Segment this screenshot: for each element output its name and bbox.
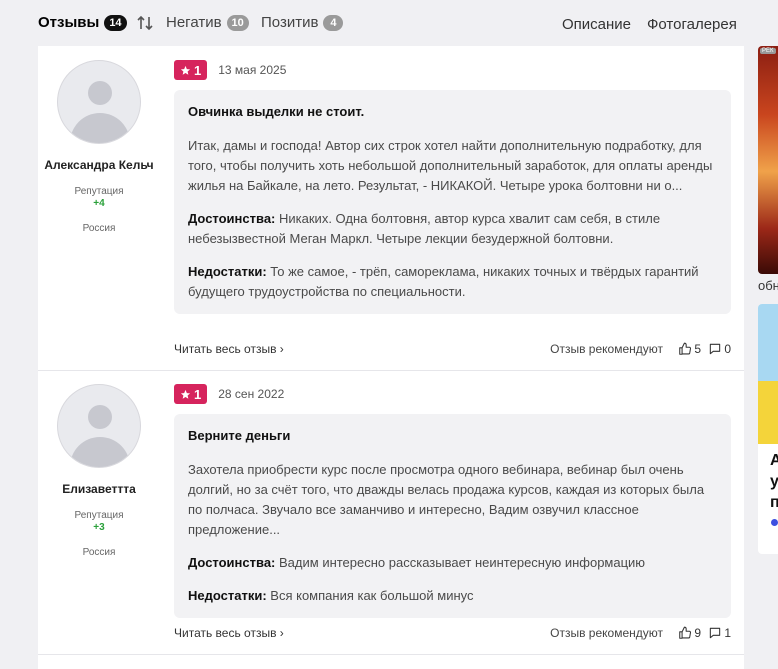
gallery-link[interactable]: Фотогалерея — [647, 16, 737, 33]
tab-negative[interactable]: Негатив 10 — [166, 14, 249, 31]
likes-count: 9 — [694, 626, 701, 640]
comments-count: 1 — [724, 626, 731, 640]
author-country: Россия — [82, 547, 116, 558]
tab-positive-count: 4 — [323, 14, 344, 31]
rating-badge: 1 — [174, 60, 208, 80]
review-cons: Недостатки: То же самое, - трёп, саморек… — [188, 262, 717, 302]
recommends-label: Отзыв рекомендуют — [550, 626, 663, 640]
tab-negative-label: Негатив — [166, 14, 222, 31]
cons-label: Недостатки: — [188, 264, 267, 279]
thumbs-up-icon — [679, 626, 692, 639]
reputation-value: +4 — [93, 198, 105, 209]
recommends-label: Отзыв рекомендуют — [550, 342, 663, 356]
reputation-value: +3 — [93, 522, 105, 533]
tab-reviews-count: 14 — [104, 14, 127, 31]
reputation-label: Репутация — [74, 510, 124, 521]
ad-banner-text[interactable]: обн — [758, 278, 778, 293]
ad-banner-image[interactable]: РЕК — [758, 46, 778, 274]
review-pros: Достоинства: Никаких. Одна болтовня, авт… — [188, 209, 717, 249]
reviews-tabs-bar: Отзывы 14 Негатив 10 Позитив 4 Описание … — [0, 0, 778, 46]
rating-value: 1 — [194, 62, 202, 78]
review-date: 28 сен 2022 — [218, 387, 285, 401]
review-meta: 1 13 мая 2025 — [174, 60, 286, 80]
pros-text: Вадим интересно рассказывает неинтересну… — [279, 555, 646, 570]
review-divider — [38, 370, 744, 371]
review-card[interactable]: Верните деньги Захотела приобрести курс … — [174, 414, 731, 618]
ad-card-title-line: п — [770, 494, 778, 511]
tab-positive-label: Позитив — [261, 14, 319, 31]
description-link[interactable]: Описание — [562, 16, 631, 33]
review-card[interactable]: Овчинка выделки не стоит. Итак, дамы и г… — [174, 90, 731, 314]
comments-button[interactable]: 0 — [708, 342, 731, 356]
tab-reviews[interactable]: Отзывы 14 — [38, 14, 127, 31]
cons-label: Недостатки: — [188, 588, 267, 603]
pros-label: Достоинства: — [188, 555, 276, 570]
tab-negative-count: 10 — [226, 14, 249, 31]
review-footer: Читать весь отзыв › Отзыв рекомендуют 9 … — [174, 626, 731, 644]
sort-arrows-icon[interactable] — [136, 14, 154, 32]
sidebar-ads: РЕК обн А у п — [758, 46, 778, 556]
author-name[interactable]: Елизаветтта — [38, 482, 160, 496]
rating-value: 1 — [194, 386, 202, 402]
rating-badge: 1 — [174, 384, 208, 404]
review-divider — [38, 654, 744, 655]
pros-label: Достоинства: — [188, 211, 276, 226]
review-title: Овчинка выделки не стоит. — [188, 104, 365, 119]
read-more-link[interactable]: Читать весь отзыв › — [174, 626, 284, 640]
review-meta: 1 28 сен 2022 — [174, 384, 284, 404]
comment-icon — [710, 627, 721, 639]
star-icon — [180, 389, 191, 399]
comments-count: 0 — [724, 342, 731, 356]
ad-tag: РЕК — [760, 48, 776, 54]
review-text: Захотела приобрести курс после просмотра… — [188, 462, 705, 537]
author-name[interactable]: Александра Кельч — [38, 158, 160, 172]
review-title: Верните деньги — [188, 428, 291, 443]
ad-brand-dot-icon — [771, 519, 778, 526]
reviews-feed: Александра Кельч Репутация +4 Россия 1 1… — [38, 46, 744, 669]
avatar-placeholder-icon[interactable] — [57, 60, 141, 144]
comments-button[interactable]: 1 — [708, 626, 731, 640]
comment-icon — [710, 343, 721, 355]
reputation-label: Репутация — [74, 186, 124, 197]
tab-reviews-label: Отзывы — [38, 14, 100, 31]
author-country: Россия — [82, 223, 116, 234]
ad-card-title-line: у — [770, 473, 778, 490]
review-footer: Читать весь отзыв › Отзыв рекомендуют 5 … — [174, 342, 731, 360]
like-button[interactable]: 5 — [678, 342, 701, 356]
review-pros: Достоинства: Вадим интересно рассказывае… — [188, 553, 717, 573]
tab-positive[interactable]: Позитив 4 — [261, 14, 344, 31]
ad-card[interactable]: А у п — [758, 304, 778, 554]
review-cons: Недостатки: Вся компания как большой мин… — [188, 586, 717, 606]
ad-card-title-line: А — [770, 452, 778, 469]
like-button[interactable]: 9 — [678, 626, 701, 640]
ad-card-title: А у п — [770, 450, 778, 513]
cons-text: Вся компания как большой минус — [270, 588, 474, 603]
review-text: Итак, дамы и господа! Автор сих строк хо… — [188, 138, 713, 193]
ad-card-image — [758, 304, 778, 444]
star-icon — [180, 65, 191, 75]
review-date: 13 мая 2025 — [218, 63, 287, 77]
read-more-link[interactable]: Читать весь отзыв › — [174, 342, 284, 356]
avatar-placeholder-icon[interactable] — [57, 384, 141, 468]
likes-count: 5 — [694, 342, 701, 356]
review-author: Александра Кельч Репутация +4 Россия — [38, 60, 160, 234]
review-author: Елизаветтта Репутация +3 Россия — [38, 384, 160, 558]
thumbs-up-icon — [679, 342, 692, 355]
